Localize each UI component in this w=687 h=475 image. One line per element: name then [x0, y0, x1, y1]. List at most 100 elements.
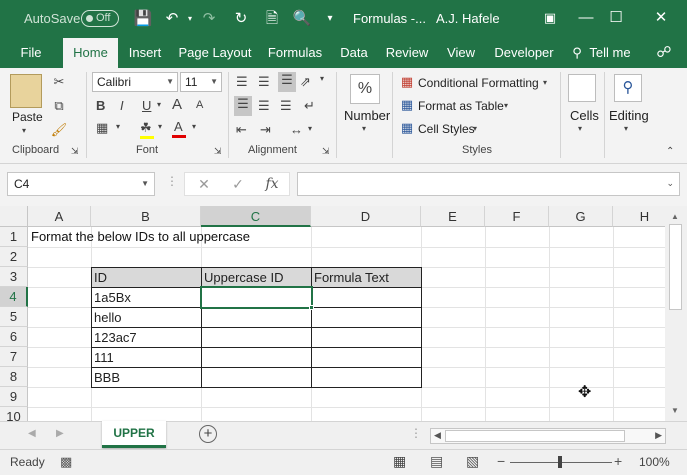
number-button[interactable]: Number [344, 108, 390, 123]
document-icon[interactable]: 🗎 [262, 9, 282, 29]
align-center-icon[interactable]: ☰ [258, 98, 270, 114]
select-all-button[interactable] [0, 206, 28, 227]
cells-dropdown-icon[interactable]: ▾ [578, 124, 582, 133]
row-header[interactable]: 6 [0, 327, 28, 347]
table-cell[interactable] [311, 347, 422, 368]
active-cell-c4[interactable] [200, 286, 313, 309]
tab-formulas[interactable]: Formulas [264, 38, 326, 68]
minimize-icon[interactable]: — [576, 8, 596, 28]
sheet-tab-upper[interactable]: UPPER [102, 421, 166, 448]
increase-font-icon[interactable]: A [172, 96, 182, 113]
underline-icon[interactable]: U [142, 98, 151, 113]
wrap-text-icon[interactable]: ↵ [304, 98, 315, 114]
undo-dropdown-icon[interactable]: ▾ [180, 9, 200, 29]
maximize-icon[interactable]: ☐ [606, 8, 626, 28]
editing-search-icon[interactable]: ⚲ [614, 74, 642, 102]
undo-icon[interactable]: ↶ [162, 9, 182, 29]
zoom-out-icon[interactable]: − [497, 453, 505, 469]
table-header-cell[interactable]: Uppercase ID [201, 267, 312, 288]
bold-icon[interactable]: B [96, 98, 105, 113]
borders-dropdown-icon[interactable]: ▾ [116, 122, 120, 131]
table-cell[interactable] [311, 367, 422, 388]
table-cell[interactable] [311, 327, 422, 348]
table-cell[interactable] [311, 287, 422, 308]
vertical-scroll-thumb[interactable] [669, 224, 682, 310]
font-launcher-icon[interactable]: ⇲ [214, 146, 222, 157]
fill-color-icon[interactable]: ☘ [140, 120, 152, 136]
normal-view-icon[interactable]: ▦ [393, 453, 406, 470]
merge-dropdown-icon[interactable]: ▾ [308, 124, 312, 133]
tab-view[interactable]: View [442, 38, 480, 68]
scroll-up-icon[interactable]: ▲ [671, 212, 679, 221]
column-header[interactable]: B [91, 206, 201, 227]
horizontal-scrollbar[interactable]: ◀ ▶ [430, 428, 666, 444]
column-header[interactable]: A [28, 206, 91, 227]
increase-indent-icon[interactable]: ⇥ [260, 122, 271, 138]
table-cell[interactable]: 111 [91, 347, 202, 368]
paste-button[interactable]: Paste [12, 110, 43, 124]
formula-input[interactable]: ⌄ [297, 172, 680, 196]
row-header[interactable]: 9 [0, 387, 28, 407]
table-cell[interactable]: 1a5Bx [91, 287, 202, 308]
autosave-toggle[interactable]: Off [81, 10, 119, 27]
table-cell[interactable]: BBB [91, 367, 202, 388]
number-dropdown-icon[interactable]: ▾ [362, 124, 366, 133]
merge-center-icon[interactable]: ↔ [290, 122, 303, 137]
scroll-left-icon[interactable]: ◀ [434, 430, 441, 441]
table-header-cell[interactable]: Formula Text [311, 267, 422, 288]
table-cell[interactable]: 123ac7 [91, 327, 202, 348]
font-name-select[interactable]: Calibri ▼ [92, 72, 178, 92]
cell-a1[interactable]: Format the below IDs to all uppercase [31, 227, 250, 247]
confirm-entry-icon[interactable]: ✓ [227, 176, 249, 193]
scroll-right-icon[interactable]: ▶ [655, 430, 662, 441]
column-header[interactable]: E [421, 206, 485, 227]
fill-color-dropdown-icon[interactable]: ▾ [158, 122, 162, 131]
table-header-cell[interactable]: ID [91, 267, 202, 288]
table-cell[interactable] [201, 347, 312, 368]
row-header[interactable]: 1 [0, 227, 28, 247]
row-header[interactable]: 8 [0, 367, 28, 387]
row-header[interactable]: 5 [0, 307, 28, 327]
share-icon[interactable]: ☍ [652, 38, 676, 68]
column-header[interactable]: F [485, 206, 549, 227]
table-cell[interactable] [201, 367, 312, 388]
scroll-down-icon[interactable]: ▼ [671, 406, 679, 415]
align-middle-icon[interactable]: ☰ [258, 74, 270, 90]
tab-developer[interactable]: Developer [490, 38, 558, 68]
tab-home[interactable]: Home [63, 38, 118, 68]
tab-file[interactable]: File [12, 38, 50, 68]
editing-button[interactable]: Editing [609, 108, 649, 123]
tab-insert[interactable]: Insert [124, 38, 166, 68]
italic-icon[interactable]: I [120, 98, 124, 113]
column-header[interactable]: D [311, 206, 421, 227]
row-header[interactable]: 7 [0, 347, 28, 367]
cut-icon[interactable]: ✂ [50, 74, 68, 90]
conditional-formatting-button[interactable]: Conditional Formatting [418, 76, 539, 90]
user-name[interactable]: A.J. Hafele [436, 11, 500, 26]
format-as-table-button[interactable]: Format as Table [418, 99, 504, 113]
borders-icon[interactable]: ▦ [96, 120, 108, 136]
close-icon[interactable]: ✕ [651, 8, 671, 28]
column-header[interactable]: G [549, 206, 613, 227]
new-sheet-icon[interactable]: + [199, 425, 217, 443]
customize-qat-icon[interactable]: ▾ [320, 9, 340, 29]
next-sheet-icon[interactable]: ▶ [56, 428, 64, 439]
underline-dropdown-icon[interactable]: ▾ [157, 100, 161, 109]
tab-split-grip-icon[interactable]: ⋮ [410, 426, 422, 440]
fill-handle[interactable] [309, 305, 314, 310]
tab-review[interactable]: Review [382, 38, 432, 68]
zoom-in-icon[interactable]: + [614, 453, 622, 469]
macro-record-icon[interactable]: ▩ [60, 454, 72, 470]
cells-button[interactable]: Cells [570, 108, 599, 123]
decrease-font-icon[interactable]: A [196, 99, 203, 111]
font-size-select[interactable]: 11 ▼ [180, 72, 222, 92]
paste-icon[interactable] [10, 74, 42, 108]
previous-sheet-icon[interactable]: ◀ [28, 428, 36, 439]
column-header[interactable]: H [613, 206, 665, 227]
ribbon-display-options-icon[interactable]: ▣ [540, 8, 560, 28]
formula-bar-grip-icon[interactable]: ⋮ [166, 174, 178, 188]
column-header[interactable]: C [201, 206, 311, 227]
insert-function-button[interactable]: fx [261, 176, 283, 192]
table-cell[interactable] [201, 327, 312, 348]
orientation-dropdown-icon[interactable]: ▾ [320, 74, 324, 83]
